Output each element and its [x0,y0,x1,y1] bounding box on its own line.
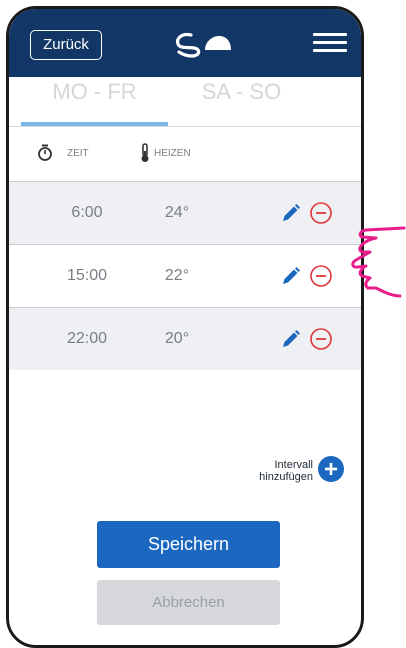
tab-weekend[interactable]: SA - SO [168,77,315,129]
row-temp: 22° [164,267,190,284]
row-time: 22:00 [66,330,108,347]
remove-icon[interactable] [309,327,333,351]
add-interval-line1: Intervall [274,459,313,471]
add-interval-label: Intervall hinzufügen [233,459,313,483]
row-temp: 20° [164,330,190,347]
schedule-row: 6:00 24° [9,182,361,244]
add-interval-button[interactable] [318,456,344,482]
cancel-button[interactable]: Abbrechen [97,580,280,625]
hamburger-menu-icon[interactable] [313,33,347,53]
remove-icon[interactable] [309,201,333,225]
add-interval-line2: hinzufügen [259,471,313,483]
pencil-icon[interactable] [277,264,303,290]
row-temp: 24° [164,204,190,221]
pencil-icon[interactable] [277,201,303,227]
app-logo [176,32,231,58]
row-time: 6:00 [71,204,103,221]
column-header-heat: HEIZEN [139,139,191,169]
pencil-icon[interactable] [277,327,303,353]
schedule-row: 15:00 22° [9,245,361,307]
tabs-divider [9,126,361,127]
column-header-time: ZEIT [37,139,89,169]
schedule-row: 22:00 20° [9,308,361,370]
remove-icon[interactable] [309,264,333,288]
column-label-heat: HEIZEN [154,148,191,159]
save-button[interactable]: Speichern [97,521,280,568]
back-button[interactable]: Zurück [30,30,102,60]
phone-frame: Zurück MO - FR SA - SO ZEIT HEIZEN 6:00 … [6,6,364,648]
pointing-hand-icon [351,226,406,298]
app-header: Zurück [9,9,361,77]
row-time: 15:00 [66,267,108,284]
timer-icon [38,144,52,162]
column-label-time: ZEIT [67,148,89,159]
thermometer-icon [141,143,149,163]
